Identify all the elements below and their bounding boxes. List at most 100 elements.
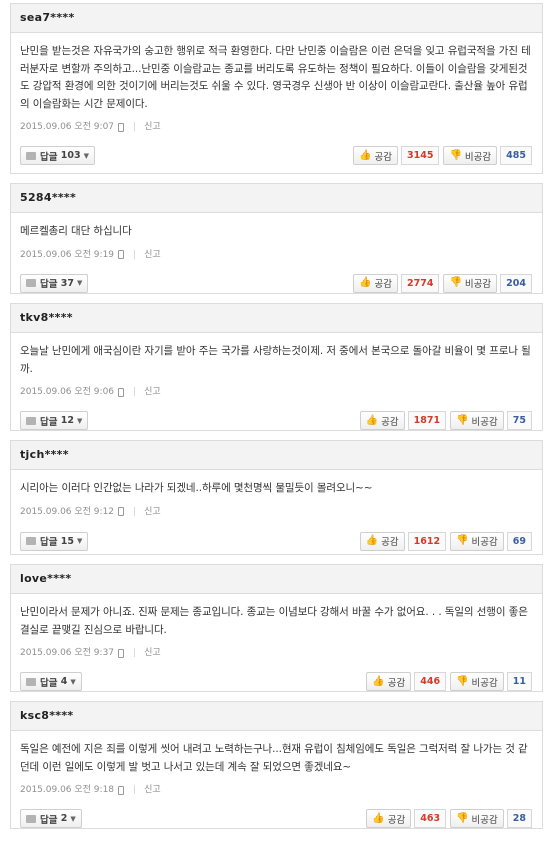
reply-toggle-button[interactable]: 답글 37 ▼ [20,273,89,293]
comment-text: 메르켈총리 대단 하십니다 [20,225,132,237]
like-label: 공감 [381,416,399,428]
meta-divider: | [133,785,137,796]
thumbs-up-icon: 👍 [365,535,379,547]
vote-group: 👍 공감 1871 👎 비공감 75 [359,411,532,431]
reply-count: 103 [60,150,81,162]
reply-label: 답글 [40,151,58,163]
report-link[interactable]: 신고 [144,384,161,400]
dislike-label: 비공감 [464,151,492,163]
comment-author: ksc8**** [11,702,542,731]
like-count: 463 [414,809,447,829]
comment-text: 독일은 예전에 지은 죄를 이렇게 씻어 내려고 노력하는구나...현재 유럽이… [20,743,528,773]
reply-toggle-button[interactable]: 답글 12 ▼ [20,411,89,431]
like-count: 1612 [407,531,447,551]
vote-group: 👍 공감 1612 👎 비공감 69 [359,531,532,551]
dislike-button[interactable]: 👎 비공감 [450,531,504,551]
like-button[interactable]: 👍 공감 [366,809,412,829]
dislike-count: 11 [506,672,532,692]
caret-down-icon: ▼ [77,537,83,546]
like-count: 2774 [401,273,440,293]
reply-count: 2 [60,813,68,825]
like-count: 3145 [401,146,440,166]
dislike-count: 75 [506,411,532,431]
reply-count: 37 [60,277,75,289]
comment-item: 5284**** 메르켈총리 대단 하십니다 2015.09.06 오전 9:1… [10,183,543,294]
mobile-icon [118,648,125,658]
caret-down-icon: ▼ [70,814,76,823]
vote-group: 👍 공감 463 👎 비공감 28 [366,809,532,829]
dislike-button[interactable]: 👎 비공감 [450,411,504,431]
comment-date: 2015.09.06 오전 9:19 [20,249,115,260]
reply-count: 15 [60,535,75,547]
comment-author: tjch**** [11,441,542,470]
thumbs-up-icon: 👍 [372,812,385,824]
comment-item: love**** 난민이라서 문제가 아니죠. 진짜 문제는 종교입니다. 종교… [10,564,543,692]
reply-toggle-button[interactable]: 답글 4 ▼ [20,672,82,692]
vote-group: 👍 공감 446 👎 비공감 11 [366,672,532,692]
report-link[interactable]: 신고 [144,247,161,263]
mobile-icon [118,785,125,795]
speech-bubble-icon [26,416,36,425]
mobile-icon [118,122,125,132]
reply-label: 답글 [40,814,58,826]
like-label: 공감 [374,151,393,163]
reply-label: 답글 [40,279,58,291]
dislike-button[interactable]: 👎 비공감 [443,146,498,166]
like-button[interactable]: 👍 공감 [366,672,412,692]
comment-author: love**** [11,565,542,594]
like-label: 공감 [374,279,393,291]
thumbs-down-icon: 👎 [456,675,469,687]
dislike-label: 비공감 [471,537,498,549]
dislike-label: 비공감 [471,814,498,826]
speech-bubble-icon [26,537,36,546]
caret-down-icon: ▼ [83,151,90,160]
comment-text: 난민을 받는것은 자유국가의 숭고한 행위로 적극 환영한다. 다만 난민중 이… [20,45,531,110]
thumbs-up-icon: 👍 [372,675,385,687]
dislike-label: 비공감 [464,279,492,291]
comment-meta: 2015.09.06 오전 9:06 | 신고 [20,384,532,400]
like-button[interactable]: 👍 공감 [359,411,405,431]
dislike-count: 28 [506,809,532,829]
comment-text: 시리아는 이러다 인간없는 나라가 되겠네..하루에 몇천명씩 물밀듯이 몰려오… [20,482,373,494]
reply-toggle-button[interactable]: 답글 2 ▼ [20,809,82,829]
vote-group: 👍 공감 2774 👎 비공감 204 [353,273,532,293]
report-link[interactable]: 신고 [144,504,161,520]
caret-down-icon: ▼ [77,279,83,288]
dislike-button[interactable]: 👎 비공감 [443,273,498,293]
comment-item: tjch**** 시리아는 이러다 인간없는 나라가 되겠네..하루에 몇천명씩… [10,440,543,555]
reply-label: 답글 [40,416,58,428]
comment-author: sea7**** [11,4,542,33]
report-link[interactable]: 신고 [144,782,161,798]
reply-toggle-button[interactable]: 답글 103 ▼ [20,146,96,166]
speech-bubble-icon [26,677,36,686]
comment-text: 난민이라서 문제가 아니죠. 진짜 문제는 종교입니다. 종교는 이념보다 강해… [20,606,528,636]
vote-group: 👍 공감 3145 👎 비공감 485 [353,146,532,166]
like-button[interactable]: 👍 공감 [359,531,405,551]
reply-label: 답글 [40,677,58,689]
thumbs-down-icon: 👎 [456,414,469,426]
meta-divider: | [133,387,137,398]
comment-date: 2015.09.06 오전 9:18 [20,785,115,796]
meta-divider: | [133,122,137,133]
meta-divider: | [133,648,137,659]
reply-count: 12 [60,415,75,427]
report-link[interactable]: 신고 [144,119,161,135]
comment-date: 2015.09.06 오전 9:12 [20,506,115,517]
like-button[interactable]: 👍 공감 [353,273,399,293]
like-label: 공감 [387,814,406,826]
like-button[interactable]: 👍 공감 [353,146,399,166]
thumbs-up-icon: 👍 [359,277,372,289]
speech-bubble-icon [26,814,36,823]
dislike-count: 485 [500,146,532,166]
speech-bubble-icon [26,151,36,160]
dislike-button[interactable]: 👎 비공감 [450,672,504,692]
caret-down-icon: ▼ [70,677,76,686]
comment-date: 2015.09.06 오전 9:37 [20,648,115,659]
thumbs-down-icon: 👎 [456,812,469,824]
dislike-button[interactable]: 👎 비공감 [450,809,504,829]
reply-toggle-button[interactable]: 답글 15 ▼ [20,531,89,551]
comment-item: ksc8**** 독일은 예전에 지은 죄를 이렇게 씻어 내려고 노력하는구나… [10,701,543,829]
thumbs-down-icon: 👎 [449,149,462,161]
comment-meta: 2015.09.06 오전 9:19 | 신고 [20,247,532,263]
report-link[interactable]: 신고 [144,645,161,661]
